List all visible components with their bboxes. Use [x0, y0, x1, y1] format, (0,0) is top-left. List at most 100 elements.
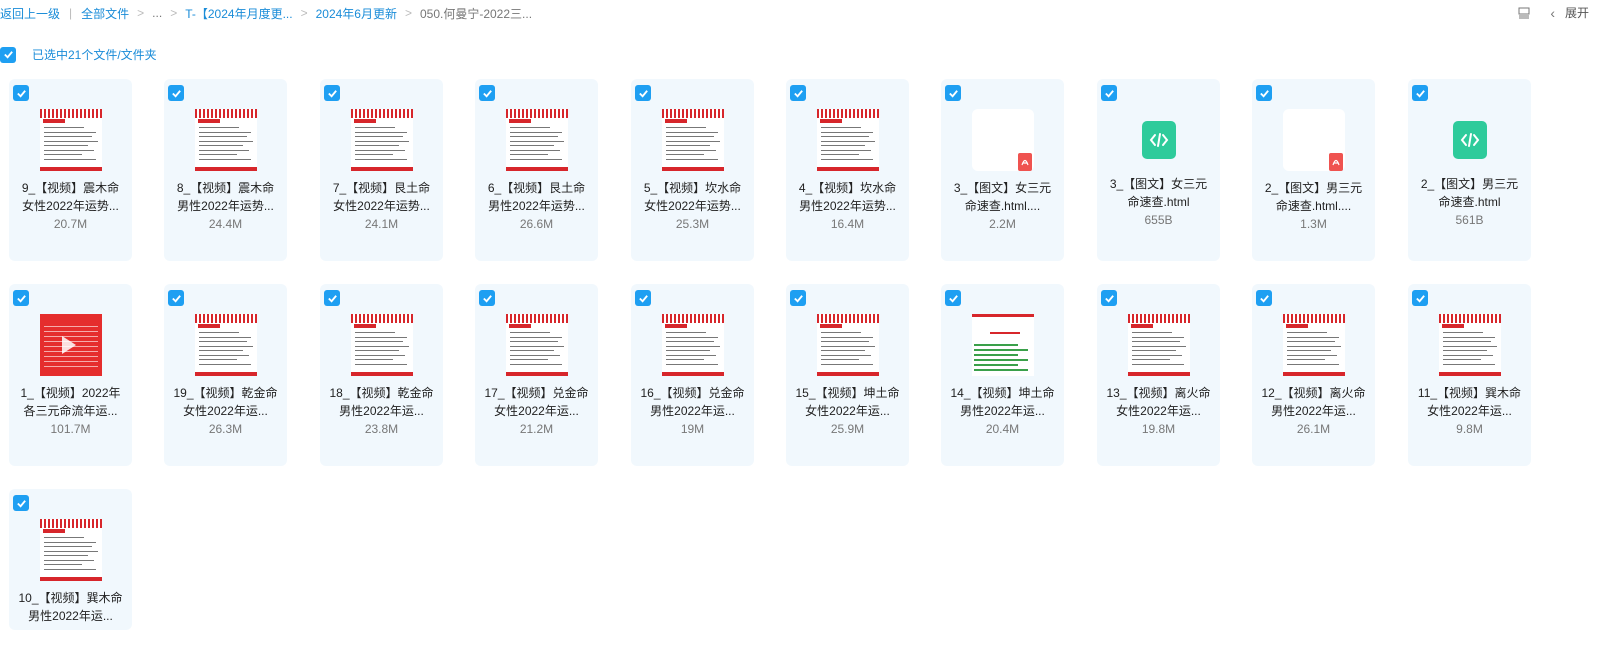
file-name: 10_【视频】巽木命 男性2022年运...: [18, 591, 123, 623]
file-checkbox[interactable]: [13, 495, 29, 511]
file-card[interactable]: 18_【视频】乾金命 男性2022年运... 23.8M: [320, 284, 443, 466]
file-name: 17_【视频】兑金命 女性2022年运...: [484, 386, 589, 418]
checkmark-icon: [948, 89, 958, 98]
list-view-icon[interactable]: [1518, 7, 1530, 19]
file-card[interactable]: 9_【视频】震木命 女性2022年运势... 20.7M: [9, 79, 132, 261]
expand-button[interactable]: 展开: [1565, 4, 1589, 21]
file-name: 3_【图文】女三元 命速查.html....: [953, 181, 1052, 213]
breadcrumb-folder-monthly[interactable]: T-【2024年月度更...: [185, 5, 292, 22]
file-checkbox[interactable]: [1256, 290, 1272, 306]
file-card[interactable]: 12_【视频】离火命 男性2022年运... 26.1M: [1252, 284, 1375, 466]
video-thumbnail: [1283, 314, 1345, 376]
checkmark-icon: [171, 89, 181, 98]
file-card[interactable]: 4_【视频】坎水命 男性2022年运势... 16.4M: [786, 79, 909, 261]
file-size: 16.4M: [830, 217, 865, 231]
file-checkbox[interactable]: [790, 85, 806, 101]
file-size: 101.7M: [50, 422, 91, 436]
checkmark-icon: [1104, 89, 1114, 98]
file-card[interactable]: 19_【视频】乾金命 女性2022年运... 26.3M: [164, 284, 287, 466]
file-size: 23.8M: [364, 422, 399, 436]
file-card[interactable]: 3_【图文】女三元 命速查.html.... 2.2M: [941, 79, 1064, 261]
file-size: 19.8M: [1141, 422, 1176, 436]
toolbar: 返回上一级 | 全部文件 > ... > T-【2024年月度更... > 20…: [0, 0, 1617, 26]
select-all-checkbox[interactable]: [0, 46, 16, 63]
file-card[interactable]: 11_【视频】巽木命 女性2022年运... 9.8M: [1408, 284, 1531, 466]
chevron-right-icon: >: [170, 6, 178, 20]
file-name: 16_【视频】兑金命 男性2022年运...: [640, 386, 745, 418]
file-card[interactable]: 5_【视频】坎水命 女性2022年运势... 25.3M: [631, 79, 754, 261]
file-card[interactable]: 15_【视频】坤土命 女性2022年运... 25.9M: [786, 284, 909, 466]
file-card[interactable]: 17_【视频】兑金命 女性2022年运... 21.2M: [475, 284, 598, 466]
file-checkbox[interactable]: [790, 290, 806, 306]
file-checkbox[interactable]: [635, 85, 651, 101]
breadcrumb-folder-june[interactable]: 2024年6月更新: [316, 5, 397, 22]
file-name: 13_【视频】离火命 女性2022年运...: [1106, 386, 1211, 418]
file-checkbox[interactable]: [1412, 290, 1428, 306]
file-checkbox[interactable]: [1101, 290, 1117, 306]
file-size: 9.8M: [1456, 422, 1483, 436]
file-name: 9_【视频】震木命 女性2022年运势...: [21, 181, 120, 213]
file-size: 21.2M: [519, 422, 554, 436]
video-thumbnail: [1128, 314, 1190, 376]
file-size: 26.3M: [208, 422, 243, 436]
file-size: 25.3M: [675, 217, 710, 231]
file-checkbox[interactable]: [479, 85, 495, 101]
video-thumbnail: [351, 314, 413, 376]
file-card[interactable]: 10_【视频】巽木命 男性2022年运...: [9, 489, 132, 630]
file-checkbox[interactable]: [635, 290, 651, 306]
file-card[interactable]: 1_【视频】2022年 各三元命流年运... 101.7M: [9, 284, 132, 466]
file-checkbox[interactable]: [13, 290, 29, 306]
chevron-right-icon: >: [137, 6, 145, 20]
file-checkbox[interactable]: [324, 290, 340, 306]
video-thumbnail: [40, 109, 102, 171]
file-card[interactable]: 3_【图文】女三元 命速查.html 655B: [1097, 79, 1220, 261]
file-size: 2.2M: [989, 217, 1016, 231]
file-checkbox[interactable]: [945, 85, 961, 101]
file-card[interactable]: 8_【视频】震木命 男性2022年运势... 24.4M: [164, 79, 287, 261]
file-checkbox[interactable]: [1256, 85, 1272, 101]
chevron-left-icon[interactable]: ‹: [1550, 5, 1555, 21]
file-checkbox[interactable]: [479, 290, 495, 306]
chevron-right-icon: >: [404, 6, 412, 20]
file-name: 11_【视频】巽木命 女性2022年运...: [1417, 386, 1522, 418]
checkmark-icon: [16, 89, 26, 98]
video-thumbnail: [662, 314, 724, 376]
file-size: 26.1M: [1296, 422, 1331, 436]
file-checkbox[interactable]: [13, 85, 29, 101]
file-size: 20.7M: [53, 217, 88, 231]
file-checkbox[interactable]: [168, 85, 184, 101]
checkmark-icon: [327, 89, 337, 98]
file-card[interactable]: 2_【图文】男三元 命速查.html 561B: [1408, 79, 1531, 261]
file-size: 19M: [680, 422, 705, 436]
file-checkbox[interactable]: [1412, 85, 1428, 101]
file-name: 2_【图文】男三元 命速查.html: [1420, 177, 1519, 209]
file-card[interactable]: 2_【图文】男三元 命速查.html.... 1.3M: [1252, 79, 1375, 261]
file-card[interactable]: 16_【视频】兑金命 男性2022年运... 19M: [631, 284, 754, 466]
file-checkbox[interactable]: [945, 290, 961, 306]
file-name: 6_【视频】艮土命 男性2022年运势...: [487, 181, 586, 213]
checkmark-icon: [3, 51, 13, 59]
checkmark-icon: [793, 294, 803, 303]
breadcrumb-all-files[interactable]: 全部文件: [81, 5, 129, 22]
file-checkbox[interactable]: [168, 290, 184, 306]
back-link[interactable]: 返回上一级: [0, 5, 60, 22]
video-thumbnail: [506, 109, 568, 171]
checkmark-icon: [482, 294, 492, 303]
file-name: 15_【视频】坤土命 女性2022年运...: [795, 386, 900, 418]
breadcrumb: 返回上一级 | 全部文件 > ... > T-【2024年月度更... > 20…: [0, 5, 532, 22]
file-checkbox[interactable]: [324, 85, 340, 101]
checkmark-icon: [793, 89, 803, 98]
file-card[interactable]: 6_【视频】艮土命 男性2022年运势... 26.6M: [475, 79, 598, 261]
breadcrumb-ellipsis[interactable]: ...: [152, 6, 162, 20]
file-size: 655B: [1144, 213, 1173, 227]
file-checkbox[interactable]: [1101, 85, 1117, 101]
selection-count: 已选中21个文件/文件夹: [32, 48, 157, 62]
file-card[interactable]: 13_【视频】离火命 女性2022年运... 19.8M: [1097, 284, 1220, 466]
file-name: 7_【视频】艮土命 女性2022年运势...: [332, 181, 431, 213]
file-card[interactable]: 14_【视频】坤土命 男性2022年运... 20.4M: [941, 284, 1064, 466]
checkmark-icon: [1415, 89, 1425, 98]
file-card[interactable]: 7_【视频】艮土命 女性2022年运势... 24.1M: [320, 79, 443, 261]
checkmark-icon: [327, 294, 337, 303]
html-file-icon: [1142, 121, 1176, 159]
file-size: 25.9M: [830, 422, 865, 436]
